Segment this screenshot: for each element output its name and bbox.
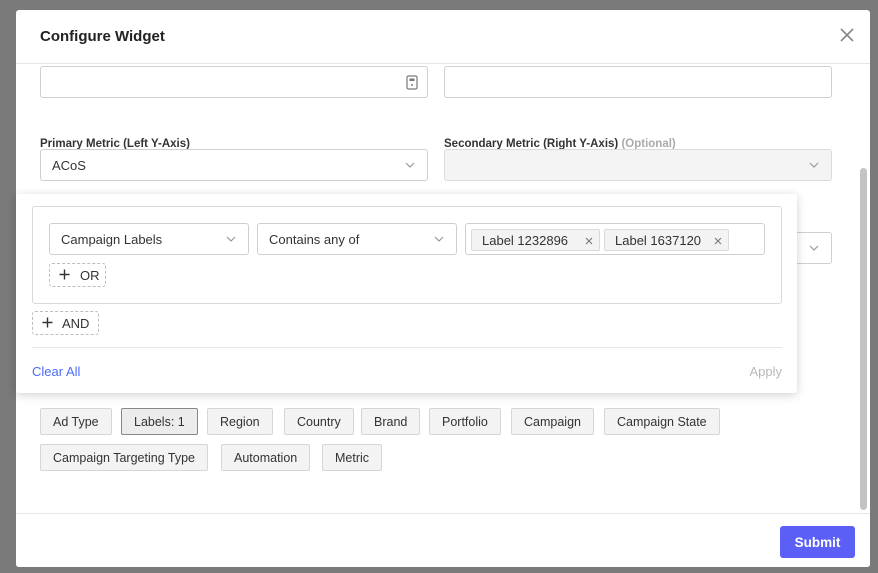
apply-button[interactable]: Apply [749, 364, 782, 379]
secondary-metric-select[interactable] [444, 149, 832, 181]
primary-metric-select[interactable]: ACoS [40, 149, 428, 181]
close-icon[interactable] [838, 26, 856, 44]
add-or-button[interactable]: OR [49, 263, 106, 287]
add-and-label: AND [62, 316, 90, 331]
filter-chip[interactable]: Ad Type [40, 408, 112, 435]
top-right-field[interactable] [444, 66, 832, 98]
filter-operator-value: Contains any of [269, 232, 360, 247]
plus-icon [42, 317, 53, 328]
chevron-down-icon [809, 245, 819, 251]
value-tag-label: Label 1232896 [482, 233, 569, 248]
remove-tag-icon[interactable] [585, 237, 593, 245]
remove-tag-icon[interactable] [714, 237, 722, 245]
popover-divider [32, 347, 782, 348]
filter-popover: Campaign Labels Contains any of Label 12… [16, 194, 797, 393]
modal-header: Configure Widget [16, 10, 870, 64]
calculator-icon[interactable] [406, 75, 418, 90]
filter-group: Campaign Labels Contains any of Label 12… [32, 206, 782, 304]
value-tag-label: Label 1637120 [615, 233, 702, 248]
filter-chip[interactable]: Campaign [511, 408, 594, 435]
filter-operator-select[interactable]: Contains any of [257, 223, 457, 255]
filter-chip[interactable]: Automation [221, 444, 311, 471]
filter-chip[interactable]: Campaign Targeting Type [40, 444, 208, 471]
chevron-down-icon [226, 236, 236, 242]
submit-button[interactable]: Submit [780, 526, 855, 558]
value-tag: Label 1232896 [471, 229, 600, 251]
filter-chip[interactable]: Labels: 1 [121, 408, 198, 435]
primary-metric-value: ACoS [52, 158, 86, 173]
plus-icon [59, 269, 70, 280]
filter-chip[interactable]: Metric [322, 444, 383, 471]
filter-field-select[interactable]: Campaign Labels [49, 223, 249, 255]
chevron-down-icon [434, 236, 444, 242]
value-tag: Label 1637120 [604, 229, 729, 251]
add-and-button[interactable]: AND [32, 311, 99, 335]
filter-chip[interactable]: Campaign State [604, 408, 720, 435]
clear-all-link[interactable]: Clear All [32, 364, 80, 379]
filter-field-value: Campaign Labels [61, 232, 163, 247]
top-left-field[interactable] [40, 66, 428, 98]
filter-chip[interactable]: Brand [361, 408, 421, 435]
filter-values-input[interactable]: Label 1232896 Label 1637120 [465, 223, 765, 255]
chevron-down-icon [809, 162, 819, 168]
modal-footer: Submit [16, 513, 870, 567]
filter-chip[interactable]: Portfolio [429, 408, 501, 435]
filter-chip[interactable]: Country [284, 408, 354, 435]
add-or-label: OR [80, 268, 100, 283]
filter-chip[interactable]: Region [207, 408, 273, 435]
scrollbar-thumb[interactable] [860, 168, 867, 510]
modal-title: Configure Widget [40, 28, 165, 45]
chevron-down-icon [405, 162, 415, 168]
